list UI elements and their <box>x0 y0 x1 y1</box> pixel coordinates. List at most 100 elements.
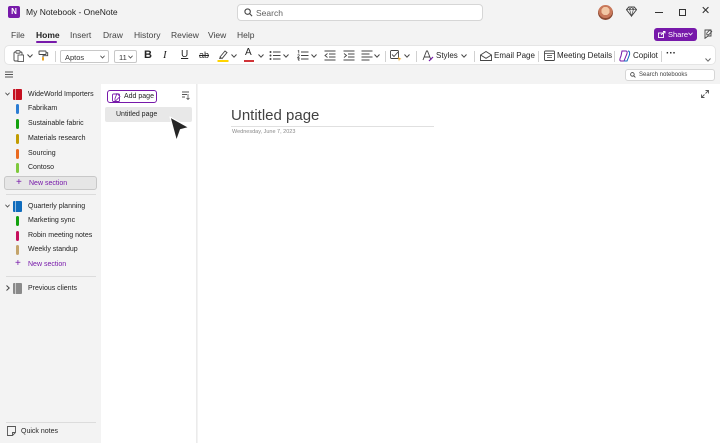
paste-icon[interactable] <box>13 50 24 62</box>
italic-button[interactable]: I <box>163 49 167 61</box>
notebook-quarterly-planning[interactable]: Quarterly planning <box>0 200 100 214</box>
nav-divider <box>6 276 96 277</box>
todo-tag-icon[interactable] <box>390 50 402 62</box>
section-fabrikam[interactable]: Fabrikam <box>4 102 97 116</box>
chevron-down-icon <box>128 55 133 59</box>
avatar[interactable] <box>598 5 613 20</box>
section-tab-icon <box>16 231 19 241</box>
ribbon-divider <box>474 51 475 62</box>
minimize-button[interactable] <box>655 12 663 13</box>
search-input[interactable]: Search <box>237 4 483 21</box>
decrease-indent-icon[interactable] <box>324 50 336 61</box>
font-name-select[interactable]: Aptos <box>60 50 109 63</box>
search-notebooks-placeholder: Search notebooks <box>639 72 688 78</box>
notebook-icon <box>13 201 22 212</box>
quick-notes-icon <box>7 426 16 436</box>
chevron-down-icon <box>688 32 693 36</box>
add-page-label: Add page <box>124 93 154 100</box>
copilot-label[interactable]: Copilot <box>633 51 658 60</box>
font-color-button[interactable]: A <box>245 47 252 58</box>
strikethrough-button[interactable]: ab <box>199 50 209 60</box>
maximize-button[interactable] <box>679 9 686 16</box>
page-title[interactable]: Untitled page <box>231 107 319 124</box>
section-tab-icon <box>16 119 19 129</box>
section-contoso[interactable]: Contoso <box>4 161 97 175</box>
email-page-label[interactable]: Email Page <box>494 51 535 60</box>
search-icon <box>244 8 253 17</box>
styles-icon[interactable] <box>422 50 434 62</box>
align-icon[interactable] <box>361 50 373 61</box>
title-divider <box>231 126 434 127</box>
increase-indent-icon[interactable] <box>343 50 355 61</box>
ribbon-divider <box>538 51 539 62</box>
chevron-right-icon[interactable] <box>6 285 10 291</box>
chevron-down-icon[interactable] <box>374 54 380 58</box>
page-canvas[interactable]: Untitled page Wednesday, June 7, 2023 <box>198 84 720 443</box>
tab-review[interactable]: Review <box>171 30 199 40</box>
notebook-label: Previous clients <box>28 285 78 292</box>
section-weekly-standup[interactable]: Weekly standup <box>4 243 97 257</box>
format-painter-icon[interactable] <box>38 50 49 61</box>
chevron-down-icon[interactable] <box>258 54 264 58</box>
section-marketing-sync[interactable]: Marketing sync <box>4 214 97 228</box>
search-notebooks-input[interactable]: Search notebooks <box>625 69 715 81</box>
font-size-select[interactable]: 11 <box>114 50 137 63</box>
plus-icon: + <box>15 258 21 269</box>
font-size-value: 11 <box>119 53 127 62</box>
copilot-icon[interactable] <box>619 50 631 62</box>
share-icon <box>658 31 666 38</box>
quick-notes-button[interactable]: Quick notes <box>0 423 100 441</box>
chevron-down-icon[interactable] <box>231 54 237 58</box>
mouse-cursor-icon <box>169 116 190 142</box>
chevron-down-icon <box>100 55 105 59</box>
meeting-details-icon[interactable] <box>544 50 555 61</box>
bullet-list-icon[interactable] <box>269 50 281 61</box>
chevron-down-icon[interactable] <box>5 92 10 96</box>
notebook-wideworld-importers[interactable]: WideWorld Importers <box>0 88 100 102</box>
expand-icon[interactable] <box>701 90 709 98</box>
tab-home[interactable]: Home <box>36 30 60 40</box>
section-robin-meeting-notes[interactable]: Robin meeting notes <box>4 229 97 243</box>
section-tab-icon <box>16 163 19 173</box>
more-options-button[interactable]: ··· <box>666 48 676 59</box>
section-label: Robin meeting notes <box>28 232 93 239</box>
tab-draw[interactable]: Draw <box>103 30 123 40</box>
notebook-previous-clients[interactable]: Previous clients <box>0 282 100 296</box>
collapse-ribbon-icon[interactable] <box>705 58 711 62</box>
new-section-button[interactable]: + New section <box>4 258 97 272</box>
hamburger-menu-icon[interactable] <box>5 71 13 78</box>
sort-icon[interactable] <box>181 91 190 100</box>
chevron-down-icon[interactable] <box>27 54 33 58</box>
chevron-down-icon[interactable] <box>461 54 467 58</box>
chevron-down-icon[interactable] <box>283 54 289 58</box>
section-sourcing[interactable]: Sourcing <box>4 147 97 161</box>
section-label: Weekly standup <box>28 246 78 253</box>
section-sustainable-fabric[interactable]: Sustainable fabric <box>4 117 97 131</box>
tab-help[interactable]: Help <box>237 30 254 40</box>
ribbon-toolbar: Aptos 11 B I U ab A Styles Email Page Me… <box>4 45 716 65</box>
tab-view[interactable]: View <box>208 30 226 40</box>
email-icon[interactable] <box>480 51 492 61</box>
section-materials-research[interactable]: Materials research <box>4 132 97 146</box>
page-date: Wednesday, June 7, 2023 <box>232 129 296 135</box>
meeting-details-label[interactable]: Meeting Details <box>557 51 612 60</box>
new-section-button[interactable]: + New section <box>4 176 97 190</box>
notebook-label: WideWorld Importers <box>28 91 94 98</box>
styles-label[interactable]: Styles <box>436 51 458 60</box>
ribbon-divider <box>614 51 615 62</box>
tab-history[interactable]: History <box>134 30 160 40</box>
close-button[interactable]: ✕ <box>701 6 710 17</box>
highlighter-icon[interactable] <box>217 49 229 62</box>
tab-insert[interactable]: Insert <box>70 30 91 40</box>
chevron-down-icon[interactable] <box>404 54 410 58</box>
chevron-down-icon[interactable] <box>5 204 10 208</box>
chevron-down-icon[interactable] <box>311 54 317 58</box>
share-button[interactable]: Share <box>654 28 697 41</box>
numbered-list-icon[interactable] <box>297 50 309 61</box>
underline-button[interactable]: U <box>181 49 188 60</box>
feedback-icon[interactable] <box>703 29 713 39</box>
add-page-button[interactable]: Add page <box>107 90 157 103</box>
bold-button[interactable]: B <box>144 49 152 61</box>
tab-file[interactable]: File <box>11 30 25 40</box>
diamond-icon[interactable] <box>626 6 637 17</box>
